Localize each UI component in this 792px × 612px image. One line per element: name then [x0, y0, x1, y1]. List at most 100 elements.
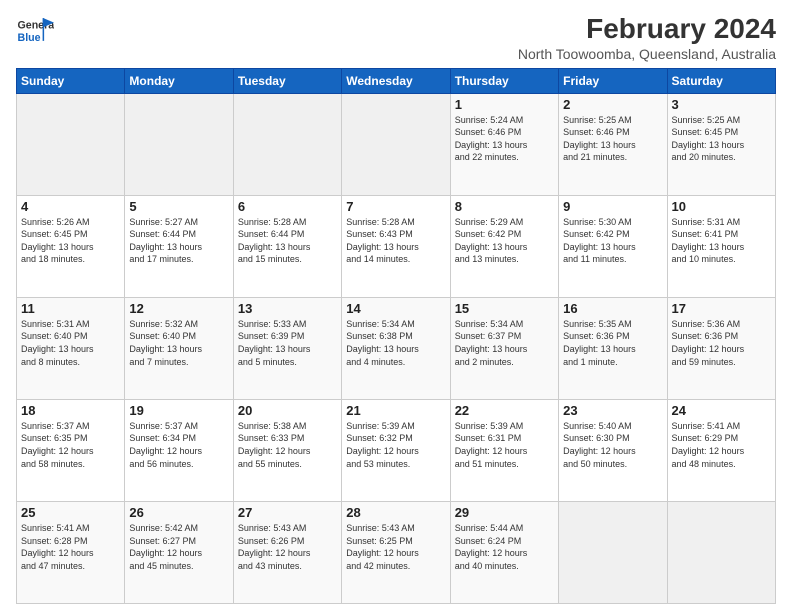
day-number: 11 [21, 301, 120, 316]
calendar-cell: 29 Sunrise: 5:44 AM Sunset: 6:24 PM Dayli… [450, 501, 558, 603]
calendar-cell: 1Sunrise: 5:24 AM Sunset: 6:46 PM Daylig… [450, 93, 558, 195]
day-info: Sunrise: 5:30 AM Sunset: 6:42 PM Dayligh… [563, 216, 662, 266]
calendar-cell: 15 Sunrise: 5:34 AM Sunset: 6:37 PM Dayli… [450, 297, 558, 399]
day-number: 21 [346, 403, 445, 418]
day-info: Sunrise: 5:40 AM Sunset: 6:30 PM Dayligh… [563, 420, 662, 470]
calendar-cell: 13 Sunrise: 5:33 AM Sunset: 6:39 PM Dayli… [233, 297, 341, 399]
day-info: Sunrise: 5:34 AM Sunset: 6:38 PM Dayligh… [346, 318, 445, 368]
calendar-cell: 11 Sunrise: 5:31 AM Sunset: 6:40 PM Dayli… [17, 297, 125, 399]
location: North Toowoomba, Queensland, Australia [518, 46, 776, 62]
day-number: 29 [455, 505, 554, 520]
dow-header-friday: Friday [559, 68, 667, 93]
calendar-cell: 5 Sunrise: 5:27 AM Sunset: 6:44 PM Daylig… [125, 195, 233, 297]
day-info: Sunrise: 5:28 AM Sunset: 6:44 PM Dayligh… [238, 216, 337, 266]
day-number: 17 [672, 301, 771, 316]
calendar-cell: 25 Sunrise: 5:41 AM Sunset: 6:28 PM Dayli… [17, 501, 125, 603]
calendar-cell [17, 93, 125, 195]
day-number: 9 [563, 199, 662, 214]
day-number: 16 [563, 301, 662, 316]
calendar-cell [559, 501, 667, 603]
day-number: 4 [21, 199, 120, 214]
day-number: 24 [672, 403, 771, 418]
day-info: Sunrise: 5:39 AM Sunset: 6:32 PM Dayligh… [346, 420, 445, 470]
day-number: 23 [563, 403, 662, 418]
day-info: Sunrise: 5:25 AM Sunset: 6:46 PM Dayligh… [563, 114, 662, 164]
day-info: Sunrise: 5:41 AM Sunset: 6:29 PM Dayligh… [672, 420, 771, 470]
calendar-cell: 4 Sunrise: 5:26 AM Sunset: 6:45 PM Daylig… [17, 195, 125, 297]
day-number: 22 [455, 403, 554, 418]
day-number: 7 [346, 199, 445, 214]
calendar-cell [233, 93, 341, 195]
calendar-cell: 17 Sunrise: 5:36 AM Sunset: 6:36 PM Dayli… [667, 297, 775, 399]
day-number: 6 [238, 199, 337, 214]
dow-header-sunday: Sunday [17, 68, 125, 93]
calendar-cell: 24 Sunrise: 5:41 AM Sunset: 6:29 PM Dayli… [667, 399, 775, 501]
calendar-cell: 19 Sunrise: 5:37 AM Sunset: 6:34 PM Dayli… [125, 399, 233, 501]
day-number: 3 [672, 97, 771, 112]
calendar-cell: 27 Sunrise: 5:43 AM Sunset: 6:26 PM Dayli… [233, 501, 341, 603]
logo-icon: General Blue [16, 12, 54, 50]
calendar-cell: 8 Sunrise: 5:29 AM Sunset: 6:42 PM Daylig… [450, 195, 558, 297]
calendar-cell: 2 Sunrise: 5:25 AM Sunset: 6:46 PM Daylig… [559, 93, 667, 195]
day-number: 20 [238, 403, 337, 418]
day-number: 14 [346, 301, 445, 316]
day-info: Sunrise: 5:43 AM Sunset: 6:26 PM Dayligh… [238, 522, 337, 572]
dow-header-wednesday: Wednesday [342, 68, 450, 93]
day-number: 13 [238, 301, 337, 316]
day-info: Sunrise: 5:28 AM Sunset: 6:43 PM Dayligh… [346, 216, 445, 266]
calendar-cell: 6 Sunrise: 5:28 AM Sunset: 6:44 PM Daylig… [233, 195, 341, 297]
svg-text:Blue: Blue [18, 32, 41, 44]
calendar-cell: 22 Sunrise: 5:39 AM Sunset: 6:31 PM Dayli… [450, 399, 558, 501]
calendar-cell [342, 93, 450, 195]
day-info: Sunrise: 5:35 AM Sunset: 6:36 PM Dayligh… [563, 318, 662, 368]
day-number: 27 [238, 505, 337, 520]
calendar-cell: 9 Sunrise: 5:30 AM Sunset: 6:42 PM Daylig… [559, 195, 667, 297]
day-info: Sunrise: 5:31 AM Sunset: 6:41 PM Dayligh… [672, 216, 771, 266]
day-info: Sunrise: 5:37 AM Sunset: 6:35 PM Dayligh… [21, 420, 120, 470]
day-info: Sunrise: 5:39 AM Sunset: 6:31 PM Dayligh… [455, 420, 554, 470]
day-number: 19 [129, 403, 228, 418]
logo: General Blue [16, 12, 54, 50]
calendar-cell: 18 Sunrise: 5:37 AM Sunset: 6:35 PM Dayli… [17, 399, 125, 501]
day-info: Sunrise: 5:31 AM Sunset: 6:40 PM Dayligh… [21, 318, 120, 368]
calendar-cell: 10Sunrise: 5:31 AM Sunset: 6:41 PM Dayli… [667, 195, 775, 297]
day-info: Sunrise: 5:29 AM Sunset: 6:42 PM Dayligh… [455, 216, 554, 266]
day-info: Sunrise: 5:36 AM Sunset: 6:36 PM Dayligh… [672, 318, 771, 368]
dow-header-thursday: Thursday [450, 68, 558, 93]
day-number: 2 [563, 97, 662, 112]
day-number: 25 [21, 505, 120, 520]
day-info: Sunrise: 5:25 AM Sunset: 6:45 PM Dayligh… [672, 114, 771, 164]
day-info: Sunrise: 5:34 AM Sunset: 6:37 PM Dayligh… [455, 318, 554, 368]
calendar-cell: 20 Sunrise: 5:38 AM Sunset: 6:33 PM Dayli… [233, 399, 341, 501]
day-number: 5 [129, 199, 228, 214]
calendar-cell: 14 Sunrise: 5:34 AM Sunset: 6:38 PM Dayli… [342, 297, 450, 399]
calendar-cell: 12 Sunrise: 5:32 AM Sunset: 6:40 PM Dayli… [125, 297, 233, 399]
month-year: February 2024 [518, 12, 776, 46]
day-info: Sunrise: 5:27 AM Sunset: 6:44 PM Dayligh… [129, 216, 228, 266]
calendar-cell: 26 Sunrise: 5:42 AM Sunset: 6:27 PM Dayli… [125, 501, 233, 603]
day-info: Sunrise: 5:43 AM Sunset: 6:25 PM Dayligh… [346, 522, 445, 572]
calendar-cell: 28Sunrise: 5:43 AM Sunset: 6:25 PM Dayli… [342, 501, 450, 603]
title-block: February 2024 North Toowoomba, Queenslan… [518, 12, 776, 62]
day-info: Sunrise: 5:37 AM Sunset: 6:34 PM Dayligh… [129, 420, 228, 470]
day-number: 8 [455, 199, 554, 214]
day-info: Sunrise: 5:32 AM Sunset: 6:40 PM Dayligh… [129, 318, 228, 368]
day-number: 18 [21, 403, 120, 418]
calendar-cell [667, 501, 775, 603]
day-info: Sunrise: 5:33 AM Sunset: 6:39 PM Dayligh… [238, 318, 337, 368]
dow-header-tuesday: Tuesday [233, 68, 341, 93]
calendar-cell: 16 Sunrise: 5:35 AM Sunset: 6:36 PM Dayli… [559, 297, 667, 399]
day-info: Sunrise: 5:26 AM Sunset: 6:45 PM Dayligh… [21, 216, 120, 266]
day-info: Sunrise: 5:41 AM Sunset: 6:28 PM Dayligh… [21, 522, 120, 572]
dow-header-saturday: Saturday [667, 68, 775, 93]
day-info: Sunrise: 5:44 AM Sunset: 6:24 PM Dayligh… [455, 522, 554, 572]
calendar-cell: 21 Sunrise: 5:39 AM Sunset: 6:32 PM Dayli… [342, 399, 450, 501]
day-info: Sunrise: 5:42 AM Sunset: 6:27 PM Dayligh… [129, 522, 228, 572]
day-number: 26 [129, 505, 228, 520]
calendar-cell: 3 Sunrise: 5:25 AM Sunset: 6:45 PM Daylig… [667, 93, 775, 195]
calendar-cell: 7 Sunrise: 5:28 AM Sunset: 6:43 PM Daylig… [342, 195, 450, 297]
day-info: Sunrise: 5:38 AM Sunset: 6:33 PM Dayligh… [238, 420, 337, 470]
day-number: 15 [455, 301, 554, 316]
day-number: 12 [129, 301, 228, 316]
calendar-table: SundayMondayTuesdayWednesdayThursdayFrid… [16, 68, 776, 604]
